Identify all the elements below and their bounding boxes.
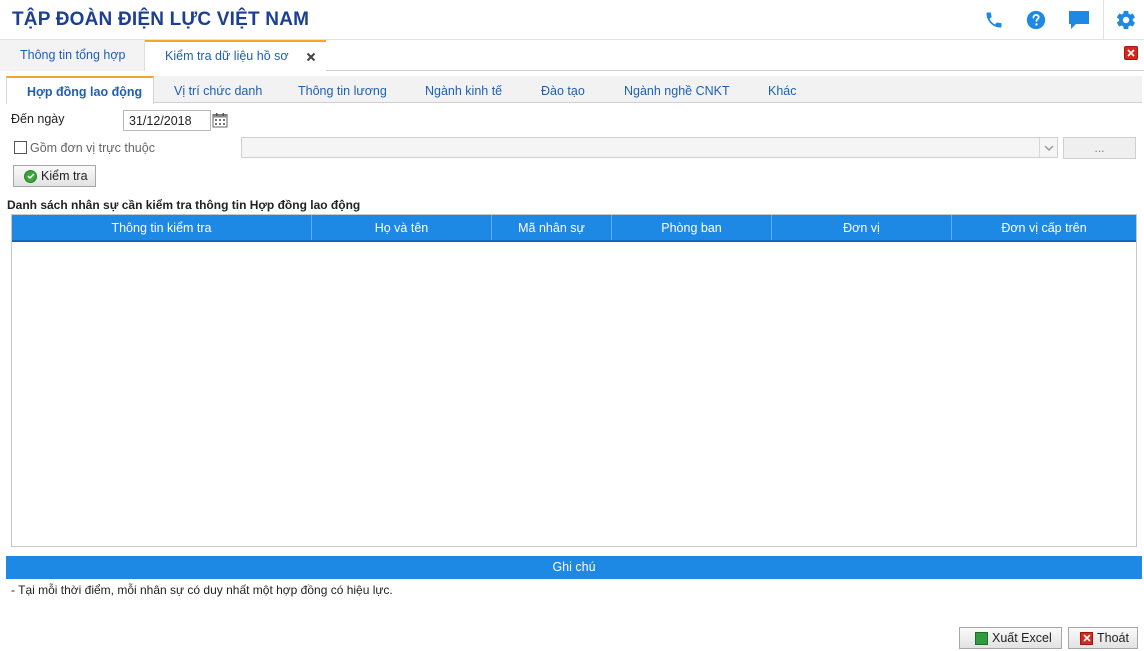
export-excel-button[interactable]: Xuất Excel xyxy=(959,627,1062,649)
sub-tab-bar: Hợp đồng lao động Vị trí chức danh Thông… xyxy=(6,76,1142,104)
include-units-checkbox[interactable] xyxy=(14,141,27,154)
list-title: Danh sách nhân sự cần kiểm tra thông tin… xyxy=(7,198,361,212)
col-thong-tin-kiem-tra[interactable]: Thông tin kiểm tra xyxy=(12,215,312,240)
subtab-nganh-kinh-te[interactable]: Ngành kinh tế xyxy=(425,76,502,103)
excel-icon xyxy=(975,631,988,645)
subtab-nganh-nghe-cnkt[interactable]: Ngành nghề CNKT xyxy=(624,76,730,103)
subtab-dao-tao[interactable]: Đào tạo xyxy=(541,76,585,103)
subtab-vi-tri-chuc-danh[interactable]: Vị trí chức danh xyxy=(174,76,262,103)
subtab-thong-tin-luong[interactable]: Thông tin lương xyxy=(298,76,387,103)
close-window-icon[interactable] xyxy=(1124,46,1138,60)
check-button[interactable]: Kiểm tra xyxy=(13,165,96,187)
table-header: Thông tin kiểm tra Họ và tên Mã nhân sự … xyxy=(12,215,1136,242)
note-line-clipped xyxy=(11,600,411,605)
subtab-khac[interactable]: Khác xyxy=(768,76,797,103)
tab-thong-tin-tong-hop[interactable]: Thông tin tổng hợp xyxy=(0,40,145,71)
date-label: Đến ngày xyxy=(11,112,65,126)
include-units-label: Gồm đơn vị trực thuộc xyxy=(30,141,155,155)
exit-icon xyxy=(1080,631,1093,645)
gear-icon[interactable] xyxy=(1113,7,1139,33)
chevron-down-icon[interactable] xyxy=(1039,138,1057,157)
notes-header: Ghi chú xyxy=(6,556,1142,579)
browse-button[interactable]: ... xyxy=(1063,137,1136,159)
col-ma-nhan-su[interactable]: Mã nhân sự xyxy=(492,215,612,240)
date-input[interactable] xyxy=(123,110,211,131)
app-header: TẬP ĐOÀN ĐIỆN LỰC VIỆT NAM xyxy=(0,0,1144,40)
close-tab-icon[interactable] xyxy=(306,51,316,62)
help-icon[interactable] xyxy=(1023,7,1049,33)
exit-label: Thoát xyxy=(1097,631,1129,645)
calendar-icon[interactable] xyxy=(212,112,228,128)
tab-kiem-tra-du-lieu-ho-so[interactable]: Kiểm tra dữ liệu hồ sơ xyxy=(145,40,326,71)
note-line: - Tại mỗi thời điểm, mỗi nhân sự có duy … xyxy=(11,583,393,597)
exit-button[interactable]: Thoát xyxy=(1068,627,1138,649)
check-circle-icon xyxy=(24,169,37,183)
check-button-label: Kiểm tra xyxy=(41,169,88,183)
subtab-hop-dong-lao-dong[interactable]: Hợp đồng lao động xyxy=(6,76,154,104)
top-tab-bar: Thông tin tổng hợp Kiểm tra dữ liệu hồ s… xyxy=(0,40,1144,71)
unit-select[interactable] xyxy=(241,137,1058,158)
staff-table: Thông tin kiểm tra Họ và tên Mã nhân sự … xyxy=(11,214,1137,547)
col-don-vi-cap-tren[interactable]: Đơn vị cấp trên xyxy=(952,215,1136,240)
header-separator xyxy=(1103,0,1104,40)
export-excel-label: Xuất Excel xyxy=(992,631,1052,645)
col-ho-va-ten[interactable]: Họ và tên xyxy=(312,215,492,240)
chat-icon[interactable] xyxy=(1066,7,1092,33)
app-title: TẬP ĐOÀN ĐIỆN LỰC VIỆT NAM xyxy=(12,9,310,30)
col-don-vi[interactable]: Đơn vị xyxy=(772,215,952,240)
phone-icon[interactable] xyxy=(981,7,1007,33)
col-phong-ban[interactable]: Phòng ban xyxy=(612,215,772,240)
